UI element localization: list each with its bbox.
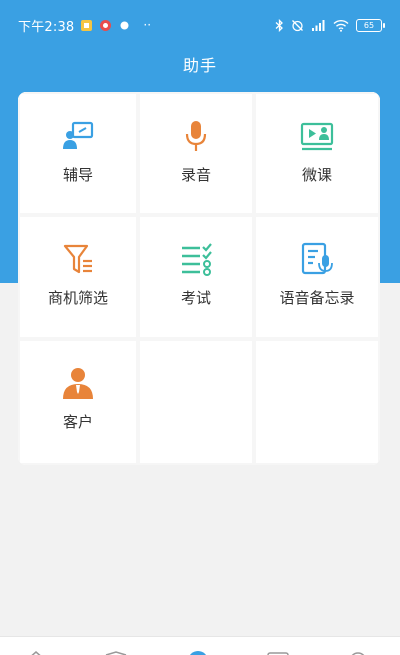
assistant-grid: 辅导 录音 微课 商机筛选 考试 语音备忘录 客户 — [18, 92, 380, 465]
grid-item-customer[interactable]: 客户 — [18, 339, 138, 465]
grid-item-micro-course[interactable]: 微课 — [254, 92, 380, 215]
alarm-off-icon — [292, 19, 303, 31]
grid-empty-cell — [138, 339, 254, 465]
grid-item-opportunity-filter[interactable]: 商机筛选 — [18, 215, 138, 339]
grid-item-label: 微课 — [301, 166, 332, 184]
grid-item-tutoring[interactable]: 辅导 — [18, 92, 138, 215]
status-right: 65 — [275, 16, 385, 34]
battery-icon: 65 — [356, 18, 385, 32]
grid-item-voice-memo[interactable]: 语音备忘录 — [254, 215, 380, 339]
tab-profile-icon[interactable] — [346, 649, 370, 655]
tutoring-icon — [63, 121, 94, 149]
page-title: 助手 — [182, 56, 217, 75]
customer-person-icon — [63, 368, 93, 399]
wifi-icon — [333, 19, 349, 32]
microphone-icon — [185, 121, 207, 151]
tab-home-icon[interactable] — [24, 649, 48, 655]
voice-memo-icon — [301, 242, 333, 275]
grid-item-exam[interactable]: 考试 — [138, 215, 254, 339]
more-notifications-icon: ·· — [143, 18, 152, 32]
grid-item-label: 客户 — [62, 413, 93, 431]
grid-item-label: 语音备忘录 — [279, 289, 355, 307]
grid-item-label: 辅导 — [62, 166, 93, 184]
battery-level: 65 — [363, 20, 375, 30]
tab-message-icon[interactable] — [266, 649, 290, 655]
bottom-tab-bar — [0, 636, 400, 655]
grid-item-label: 录音 — [180, 166, 211, 184]
funnel-filter-icon — [63, 244, 92, 274]
grid-item-recording[interactable]: 录音 — [138, 92, 254, 215]
tab-book-icon[interactable] — [104, 649, 128, 655]
checklist-exam-icon — [182, 243, 212, 276]
grid-item-label: 考试 — [180, 289, 211, 307]
tab-assistant-icon[interactable] — [186, 649, 210, 655]
status-time: 下午2:38 — [18, 19, 75, 35]
status-bar: 下午2:38 ·· 65 — [0, 0, 400, 48]
grid-item-label: 商机筛选 — [47, 289, 108, 307]
notification-dot-icon — [120, 21, 129, 29]
status-left: 下午2:38 ·· — [18, 16, 152, 35]
bluetooth-icon — [275, 18, 283, 32]
cellular-signal-icon — [312, 19, 325, 31]
notification-app-icon-2 — [100, 19, 112, 31]
notification-app-icon — [81, 19, 93, 31]
grid-empty-cell — [254, 339, 380, 465]
micro-course-icon — [300, 122, 334, 151]
